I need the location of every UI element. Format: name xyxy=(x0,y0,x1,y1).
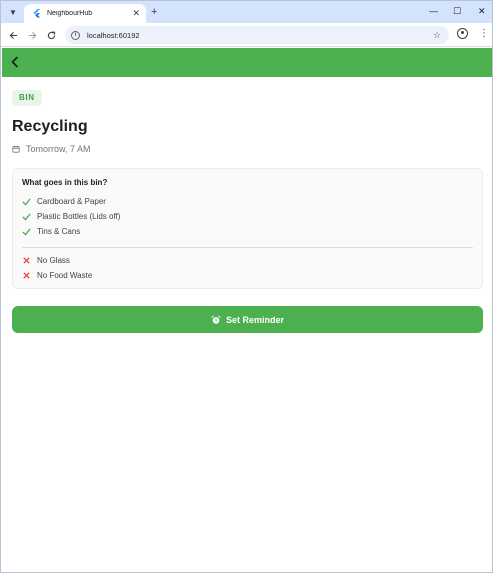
alarm-icon xyxy=(211,314,221,324)
address-bar[interactable]: i localhost:60192 ☆ xyxy=(65,26,449,44)
list-item-label: Cardboard & Paper xyxy=(37,197,106,206)
page-title: Recycling xyxy=(12,118,88,135)
profile-icon[interactable] xyxy=(457,28,468,39)
tab-strip: ▼ NeighbourHub ✕ + — ☐ ✕ xyxy=(1,1,492,23)
list-item: No Glass xyxy=(22,253,473,268)
calendar-icon xyxy=(12,145,20,153)
flutter-favicon-icon xyxy=(32,9,41,18)
check-icon xyxy=(22,198,31,206)
reload-icon[interactable] xyxy=(44,28,58,42)
browser-toolbar: i localhost:60192 ☆ ⋮ xyxy=(1,23,492,47)
more-menu-icon[interactable]: ⋮ xyxy=(479,27,489,41)
check-icon xyxy=(22,228,31,236)
collection-time: Tomorrow, 7 AM xyxy=(12,144,483,154)
set-reminder-button[interactable]: Set Reminder xyxy=(12,306,483,333)
divider xyxy=(22,247,473,248)
list-item-label: No Food Waste xyxy=(37,271,93,280)
list-item: Tins & Cans xyxy=(22,224,473,239)
list-item-label: Plastic Bottles (Lids off) xyxy=(37,212,121,221)
bin-info-card: What goes in this bin? Cardboard & Paper… xyxy=(12,168,483,289)
check-icon xyxy=(22,213,31,221)
window-close-icon[interactable]: ✕ xyxy=(478,4,486,18)
list-item-label: No Glass xyxy=(37,256,70,265)
card-heading: What goes in this bin? xyxy=(22,178,108,187)
category-chip: BIN xyxy=(12,90,42,106)
detail-content: BIN Recycling Tomorrow, 7 AM What goes i… xyxy=(12,87,483,333)
bookmark-star-icon[interactable]: ☆ xyxy=(433,30,441,41)
tab-close-icon[interactable]: ✕ xyxy=(132,9,140,18)
list-item: No Food Waste xyxy=(22,268,473,283)
minimize-icon[interactable]: — xyxy=(429,4,438,18)
cross-icon xyxy=(23,257,30,264)
url-text[interactable]: localhost:60192 xyxy=(87,31,433,40)
back-chevron-icon[interactable] xyxy=(9,56,21,68)
tab-title: NeighbourHub xyxy=(47,10,93,17)
browser-tab[interactable]: NeighbourHub ✕ xyxy=(24,4,146,23)
forward-arrow-icon[interactable] xyxy=(25,28,39,42)
site-info-icon[interactable]: i xyxy=(71,30,80,40)
tab-search-icon[interactable]: ▼ xyxy=(6,5,20,19)
back-arrow-icon[interactable] xyxy=(6,28,20,42)
maximize-icon[interactable]: ☐ xyxy=(453,4,461,18)
browser-window: ▼ NeighbourHub ✕ + — ☐ ✕ i localhost:601… xyxy=(0,0,493,573)
list-item-label: Tins & Cans xyxy=(37,227,81,236)
app-bar xyxy=(2,48,492,77)
new-tab-icon[interactable]: + xyxy=(151,5,157,19)
cross-icon xyxy=(23,272,30,279)
list-item: Cardboard & Paper xyxy=(22,194,473,209)
list-item: Plastic Bottles (Lids off) xyxy=(22,209,473,224)
collection-time-text: Tomorrow, 7 AM xyxy=(26,144,91,154)
set-reminder-label: Set Reminder xyxy=(225,314,285,325)
